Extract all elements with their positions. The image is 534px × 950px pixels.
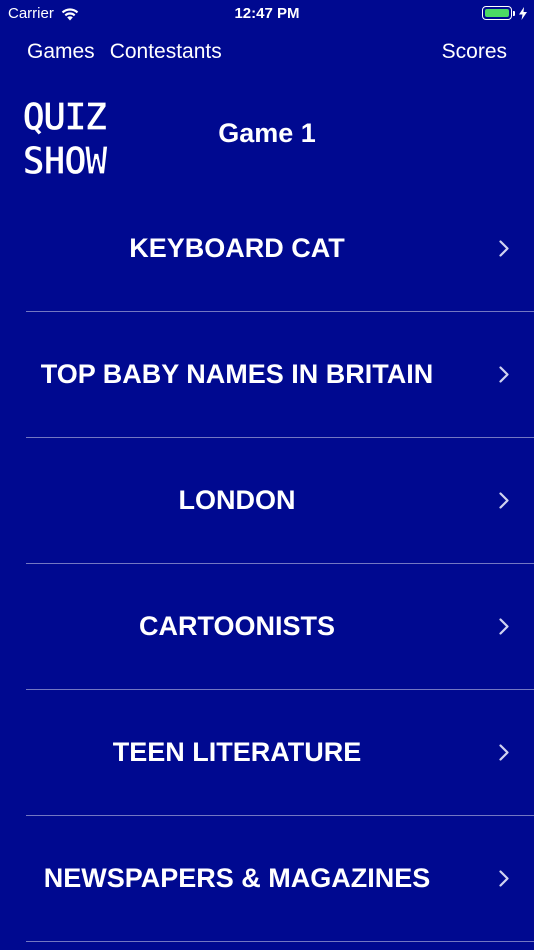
chevron-right-icon [499,492,509,509]
game-title: Game 1 [218,118,316,148]
contestants-button[interactable]: Contestants [110,40,222,64]
category-label: CARTOONISTS [138,611,335,641]
category-row[interactable]: TOP BABY NAMES IN BRITAIN [0,312,534,438]
category-row[interactable]: TEEN LITERATURE [0,690,534,816]
chevron-right-icon [499,870,509,887]
chevron-right-icon [499,240,509,257]
nav-left-group: Games Contestants [27,40,222,64]
category-label: LONDON [178,485,296,515]
category-label: TEEN LITERATURE [112,737,362,767]
game-header: QUIZ SHOW Game 1 [0,88,534,184]
category-row[interactable]: CARTOONISTS [0,564,534,690]
scores-button[interactable]: Scores [442,40,507,63]
category-list: KEYBOARD CAT TOP BABY NAMES IN BRITAIN LON… [0,186,534,942]
category-row[interactable]: LONDON [0,438,534,564]
category-row[interactable]: NEWSPAPERS & MAGAZINES [0,816,534,942]
category-row[interactable]: KEYBOARD CAT [0,186,534,312]
battery-fill [485,9,509,17]
category-label: KEYBOARD CAT [129,233,345,263]
chevron-right-icon [499,744,509,761]
chevron-right-icon [499,366,509,383]
category-label: TOP BABY NAMES IN BRITAIN [40,359,434,389]
battery-nub [513,10,515,16]
games-button[interactable]: Games [27,40,95,64]
nav-bar: Games Contestants Scores [0,40,534,70]
battery-indicator [482,6,527,20]
charging-bolt-icon [519,6,527,20]
battery-icon [482,6,512,20]
category-label: NEWSPAPERS & MAGAZINES [43,863,431,893]
nav-right-group: Scores [442,40,507,64]
status-bar: Carrier 12:47 PM [0,0,534,28]
chevron-right-icon [499,618,509,635]
status-time: 12:47 PM [234,5,300,22]
